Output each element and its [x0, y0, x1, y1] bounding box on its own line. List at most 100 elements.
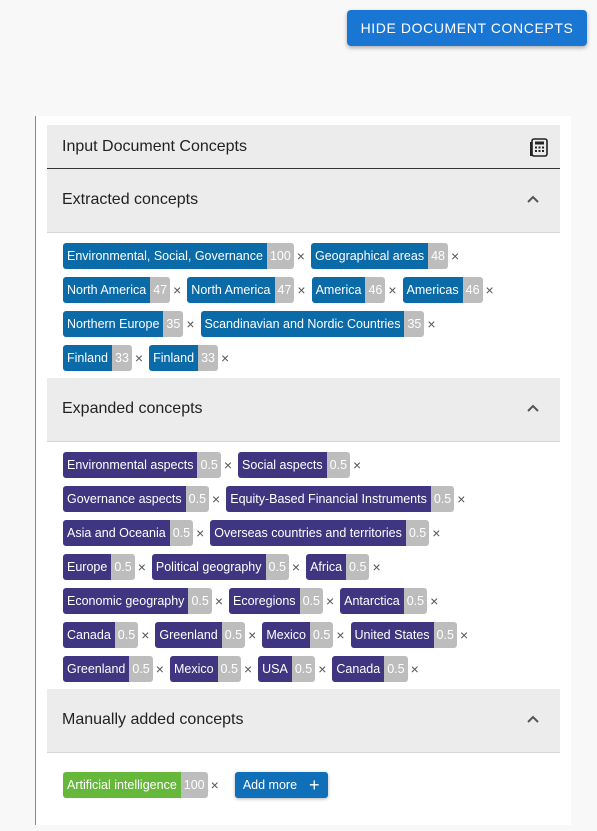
concept-chip[interactable]: United States 0.5 ×: [350, 622, 468, 648]
calculator-icon[interactable]: [529, 137, 549, 157]
concept-label[interactable]: Americas: [402, 277, 463, 303]
concept-label[interactable]: Scandinavian and Nordic Countries: [200, 311, 405, 337]
concept-chip[interactable]: Geographical areas 48 ×: [310, 243, 459, 269]
concept-label[interactable]: Environmental aspects: [63, 452, 198, 478]
concept-chip[interactable]: Finland 33 ×: [149, 345, 229, 371]
concept-label[interactable]: Mexico: [169, 656, 218, 682]
concept-label[interactable]: United States: [350, 622, 434, 648]
remove-icon[interactable]: ×: [388, 277, 396, 303]
remove-icon[interactable]: ×: [457, 486, 465, 512]
concept-label[interactable]: Economic geography: [63, 588, 189, 614]
concept-label[interactable]: Artificial intelligence: [63, 772, 181, 798]
remove-icon[interactable]: ×: [430, 588, 438, 614]
remove-icon[interactable]: ×: [318, 656, 326, 682]
remove-icon[interactable]: ×: [427, 311, 435, 337]
concept-label[interactable]: Antarctica: [340, 588, 404, 614]
concept-chip[interactable]: Governance aspects 0.5 ×: [63, 486, 220, 512]
chevron-up-icon[interactable]: [527, 195, 539, 203]
remove-icon[interactable]: ×: [292, 554, 300, 580]
concept-label[interactable]: Asia and Oceania: [63, 520, 170, 546]
concept-label[interactable]: Canada: [63, 622, 115, 648]
concept-chip[interactable]: Finland 33 ×: [63, 345, 143, 371]
remove-icon[interactable]: ×: [186, 311, 194, 337]
chevron-up-icon[interactable]: [527, 715, 539, 723]
concept-label[interactable]: America: [311, 277, 366, 303]
concept-chip[interactable]: Social aspects 0.5 ×: [238, 452, 361, 478]
add-more-button[interactable]: Add more +: [234, 772, 328, 798]
remove-icon[interactable]: ×: [196, 520, 204, 546]
remove-icon[interactable]: ×: [156, 656, 164, 682]
concept-label[interactable]: USA: [258, 656, 292, 682]
remove-icon[interactable]: ×: [486, 277, 494, 303]
remove-icon[interactable]: ×: [215, 588, 223, 614]
concept-label[interactable]: Greenland: [155, 622, 222, 648]
concept-chip[interactable]: Ecoregions 0.5 ×: [229, 588, 334, 614]
concept-chip[interactable]: Africa 0.5 ×: [306, 554, 381, 580]
remove-icon[interactable]: ×: [297, 277, 305, 303]
concept-chip[interactable]: Europe 0.5 ×: [63, 554, 146, 580]
concept-chip[interactable]: Economic geography 0.5 ×: [63, 588, 223, 614]
remove-icon[interactable]: ×: [211, 772, 219, 798]
remove-icon[interactable]: ×: [353, 452, 361, 478]
concept-label[interactable]: Europe: [63, 554, 112, 580]
concept-label[interactable]: Greenland: [63, 656, 130, 682]
concept-label[interactable]: Governance aspects: [63, 486, 186, 512]
concept-label[interactable]: Finland: [149, 345, 199, 371]
remove-icon[interactable]: ×: [248, 622, 256, 648]
concept-chip[interactable]: Americas 46 ×: [402, 277, 494, 303]
concept-chip[interactable]: America 46 ×: [311, 277, 397, 303]
remove-icon[interactable]: ×: [372, 554, 380, 580]
concept-chip[interactable]: Mexico 0.5 ×: [169, 656, 252, 682]
chevron-up-icon[interactable]: [527, 404, 539, 412]
concept-chip[interactable]: USA 0.5 ×: [258, 656, 326, 682]
hide-document-concepts-button[interactable]: HIDE DOCUMENT CONCEPTS: [347, 10, 587, 46]
concept-label[interactable]: Geographical areas: [310, 243, 429, 269]
remove-icon[interactable]: ×: [297, 243, 305, 269]
concept-label[interactable]: Overseas countries and territories: [210, 520, 406, 546]
remove-icon[interactable]: ×: [221, 345, 229, 371]
concept-chip[interactable]: North America 47 ×: [187, 277, 306, 303]
section-header-manual[interactable]: Manually added concepts: [47, 689, 560, 753]
concept-label[interactable]: Northern Europe: [63, 311, 164, 337]
concept-chip[interactable]: Artificial intelligence 100 ×: [63, 772, 219, 798]
remove-icon[interactable]: ×: [326, 588, 334, 614]
remove-icon[interactable]: ×: [141, 622, 149, 648]
concept-label[interactable]: Social aspects: [238, 452, 327, 478]
concept-chip[interactable]: Equity-Based Financial Instruments 0.5 ×: [226, 486, 465, 512]
remove-icon[interactable]: ×: [244, 656, 252, 682]
concept-chip[interactable]: Environmental, Social, Governance 100 ×: [63, 243, 305, 269]
concept-label[interactable]: Ecoregions: [229, 588, 300, 614]
concept-label[interactable]: North America: [63, 277, 151, 303]
concept-chip[interactable]: Antarctica 0.5 ×: [340, 588, 438, 614]
remove-icon[interactable]: ×: [336, 622, 344, 648]
concept-chip[interactable]: Greenland 0.5 ×: [63, 656, 164, 682]
concept-label[interactable]: Environmental, Social, Governance: [63, 243, 267, 269]
concept-chip[interactable]: Political geography 0.5 ×: [151, 554, 300, 580]
concept-chip[interactable]: Northern Europe 35 ×: [63, 311, 195, 337]
concept-chip[interactable]: Overseas countries and territories 0.5 ×: [210, 520, 440, 546]
concept-chip[interactable]: Canada 0.5 ×: [63, 622, 149, 648]
concept-chip[interactable]: Scandinavian and Nordic Countries 35 ×: [200, 311, 436, 337]
concept-chip[interactable]: Canada 0.5 ×: [332, 656, 419, 682]
remove-icon[interactable]: ×: [451, 243, 459, 269]
section-header-expanded[interactable]: Expanded concepts: [47, 378, 560, 442]
remove-icon[interactable]: ×: [411, 656, 419, 682]
concept-label[interactable]: Canada: [332, 656, 385, 682]
remove-icon[interactable]: ×: [138, 554, 146, 580]
remove-icon[interactable]: ×: [135, 345, 143, 371]
concept-chip[interactable]: Environmental aspects 0.5 ×: [63, 452, 232, 478]
section-header-extracted[interactable]: Extracted concepts: [47, 169, 560, 233]
remove-icon[interactable]: ×: [432, 520, 440, 546]
concept-label[interactable]: Mexico: [262, 622, 310, 648]
concept-chip[interactable]: North America 47 ×: [63, 277, 181, 303]
concept-label[interactable]: Political geography: [151, 554, 266, 580]
remove-icon[interactable]: ×: [173, 277, 181, 303]
concept-label[interactable]: Equity-Based Financial Instruments: [226, 486, 431, 512]
concept-label[interactable]: Finland: [63, 345, 112, 371]
concept-chip[interactable]: Mexico 0.5 ×: [262, 622, 345, 648]
concept-label[interactable]: North America: [187, 277, 275, 303]
remove-icon[interactable]: ×: [460, 622, 468, 648]
concept-chip[interactable]: Asia and Oceania 0.5 ×: [63, 520, 204, 546]
remove-icon[interactable]: ×: [224, 452, 232, 478]
remove-icon[interactable]: ×: [212, 486, 220, 512]
